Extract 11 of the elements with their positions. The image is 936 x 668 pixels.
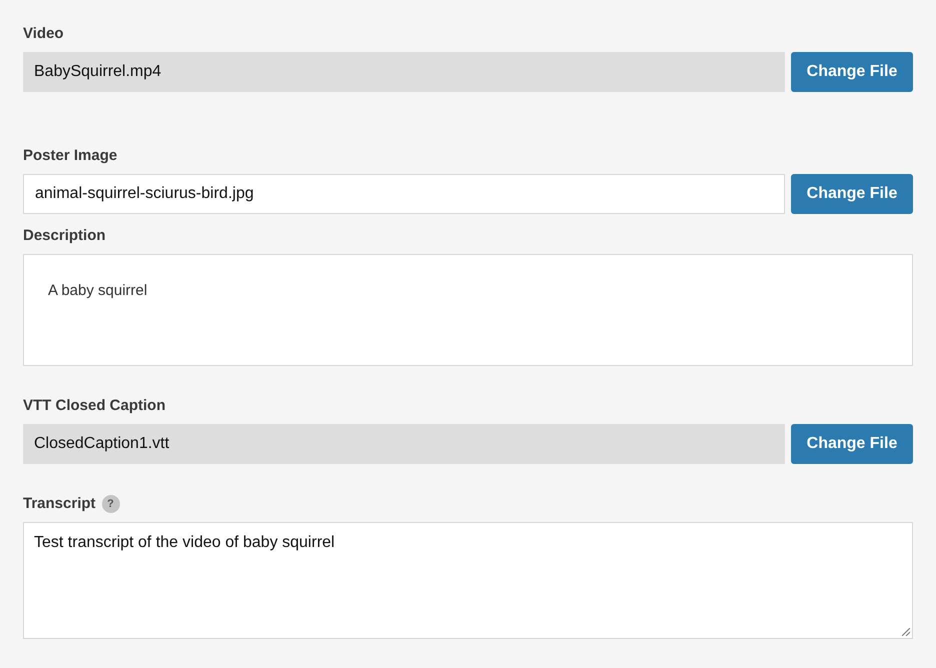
field-label: Transcript [23, 494, 96, 514]
resize-handle-icon[interactable] [902, 628, 910, 636]
file-name-field[interactable]: animal-squirrel-sciurus-bird.jpg [23, 174, 785, 214]
field-label: Video [23, 24, 64, 44]
field-label: Description [23, 226, 106, 246]
field-label: VTT Closed Caption [23, 396, 166, 416]
field-label: Poster Image [23, 146, 118, 166]
description-editor[interactable]: A baby squirrel [23, 254, 913, 366]
transcript-textarea[interactable]: Test transcript of the video of baby squirrel [23, 522, 913, 639]
help-icon[interactable]: ? [102, 495, 120, 513]
change-file-button[interactable]: Change File [791, 174, 913, 214]
